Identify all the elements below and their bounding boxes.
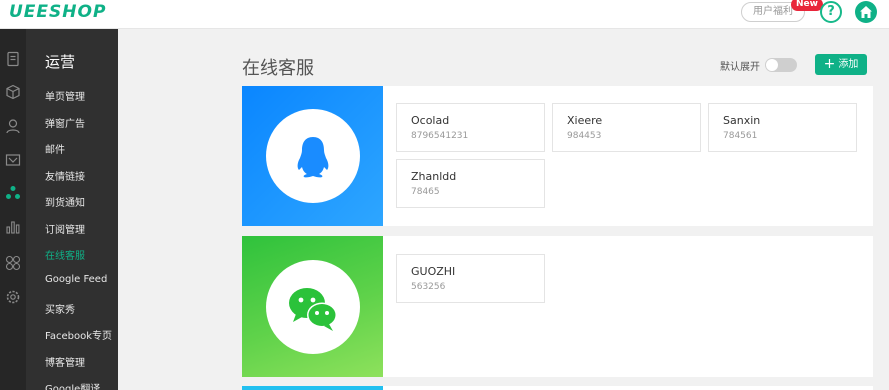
qq-penguin-icon <box>297 137 329 178</box>
account-name: GUOZHI <box>411 265 456 278</box>
qq-account-card[interactable]: Ocolad 8796541231 <box>396 103 545 152</box>
sidebar-item-google-feed[interactable]: Google Feed <box>45 274 107 285</box>
plus-icon: + <box>823 56 836 72</box>
sidebar-menu: 运营 单页管理 弹窗广告 邮件 友情链接 到货通知 订阅管理 在线客服 Goog… <box>26 29 118 390</box>
account-name: Ocolad <box>411 114 450 127</box>
expand-default-toggle[interactable] <box>765 58 797 72</box>
sidebar-item-friend-links[interactable]: 友情链接 <box>45 168 85 183</box>
apps-icon[interactable] <box>5 255 21 271</box>
settings-gear-icon[interactable] <box>5 289 21 305</box>
sidebar-item-arrival-notice[interactable]: 到货通知 <box>45 194 85 209</box>
account-number: 78465 <box>411 187 440 197</box>
account-name: Zhanldd <box>411 170 457 183</box>
sidebar-item-subscriptions[interactable]: 订阅管理 <box>45 221 85 236</box>
account-name: Sanxin <box>723 114 761 127</box>
orders-icon[interactable] <box>5 152 21 168</box>
icon-rail <box>0 29 26 390</box>
qq-account-card[interactable]: Zhanldd 78465 <box>396 159 545 208</box>
page-title: 在线客服 <box>242 58 314 79</box>
qq-service-panel: Ocolad 8796541231 Xieere 984453 Sanxin 7… <box>242 86 873 226</box>
qq-account-card[interactable]: Sanxin 784561 <box>708 103 857 152</box>
qq-account-card[interactable]: Xieere 984453 <box>552 103 701 152</box>
stats-icon[interactable] <box>5 219 21 235</box>
sidebar-item-google-translate[interactable]: Google翻译 <box>45 380 100 390</box>
toggle-knob <box>766 59 778 71</box>
sidebar-item-online-service[interactable]: 在线客服 <box>45 247 85 262</box>
sidebar-item-single-page[interactable]: 单页管理 <box>45 88 85 103</box>
wechat-service-panel: GUOZHI 563256 <box>242 236 873 377</box>
skype-icon-area <box>242 386 383 390</box>
sidebar-item-email[interactable]: 邮件 <box>45 141 65 156</box>
add-button[interactable]: + 添加 <box>815 54 867 75</box>
qq-icon-area <box>242 86 383 226</box>
sidebar-item-facebook-page[interactable]: Facebook专页 <box>45 327 112 342</box>
account-number: 784561 <box>723 131 758 141</box>
operations-icon[interactable] <box>5 185 21 201</box>
qq-icon-circle <box>266 109 360 203</box>
new-badge: New <box>791 0 823 11</box>
user-icon[interactable] <box>5 118 21 134</box>
wechat-icon <box>289 288 337 331</box>
skype-service-panel <box>242 386 873 390</box>
expand-default-label: 默认展开 <box>720 62 760 73</box>
product-box-icon[interactable] <box>5 84 21 100</box>
account-number: 8796541231 <box>411 131 469 141</box>
home-icon <box>860 6 872 18</box>
wechat-account-card[interactable]: GUOZHI 563256 <box>396 254 545 303</box>
add-button-label: 添加 <box>838 59 859 70</box>
logo[interactable]: UEESHOP <box>9 2 106 22</box>
account-number: 563256 <box>411 282 446 292</box>
home-button[interactable] <box>855 1 877 23</box>
wechat-icon-circle <box>266 260 360 354</box>
sidebar-item-popup-ads[interactable]: 弹窗广告 <box>45 115 85 130</box>
menu-title: 运营 <box>45 53 76 71</box>
wechat-icon-area <box>242 236 383 377</box>
top-bar: UEESHOP 用户福利 New ? <box>0 0 889 29</box>
sidebar-item-blog[interactable]: 博客管理 <box>45 354 85 369</box>
sidebar-item-buyer-show[interactable]: 买家秀 <box>45 301 75 316</box>
account-name: Xieere <box>567 114 603 127</box>
document-icon[interactable] <box>5 51 21 67</box>
account-number: 984453 <box>567 131 602 141</box>
help-button[interactable]: ? <box>820 1 842 23</box>
